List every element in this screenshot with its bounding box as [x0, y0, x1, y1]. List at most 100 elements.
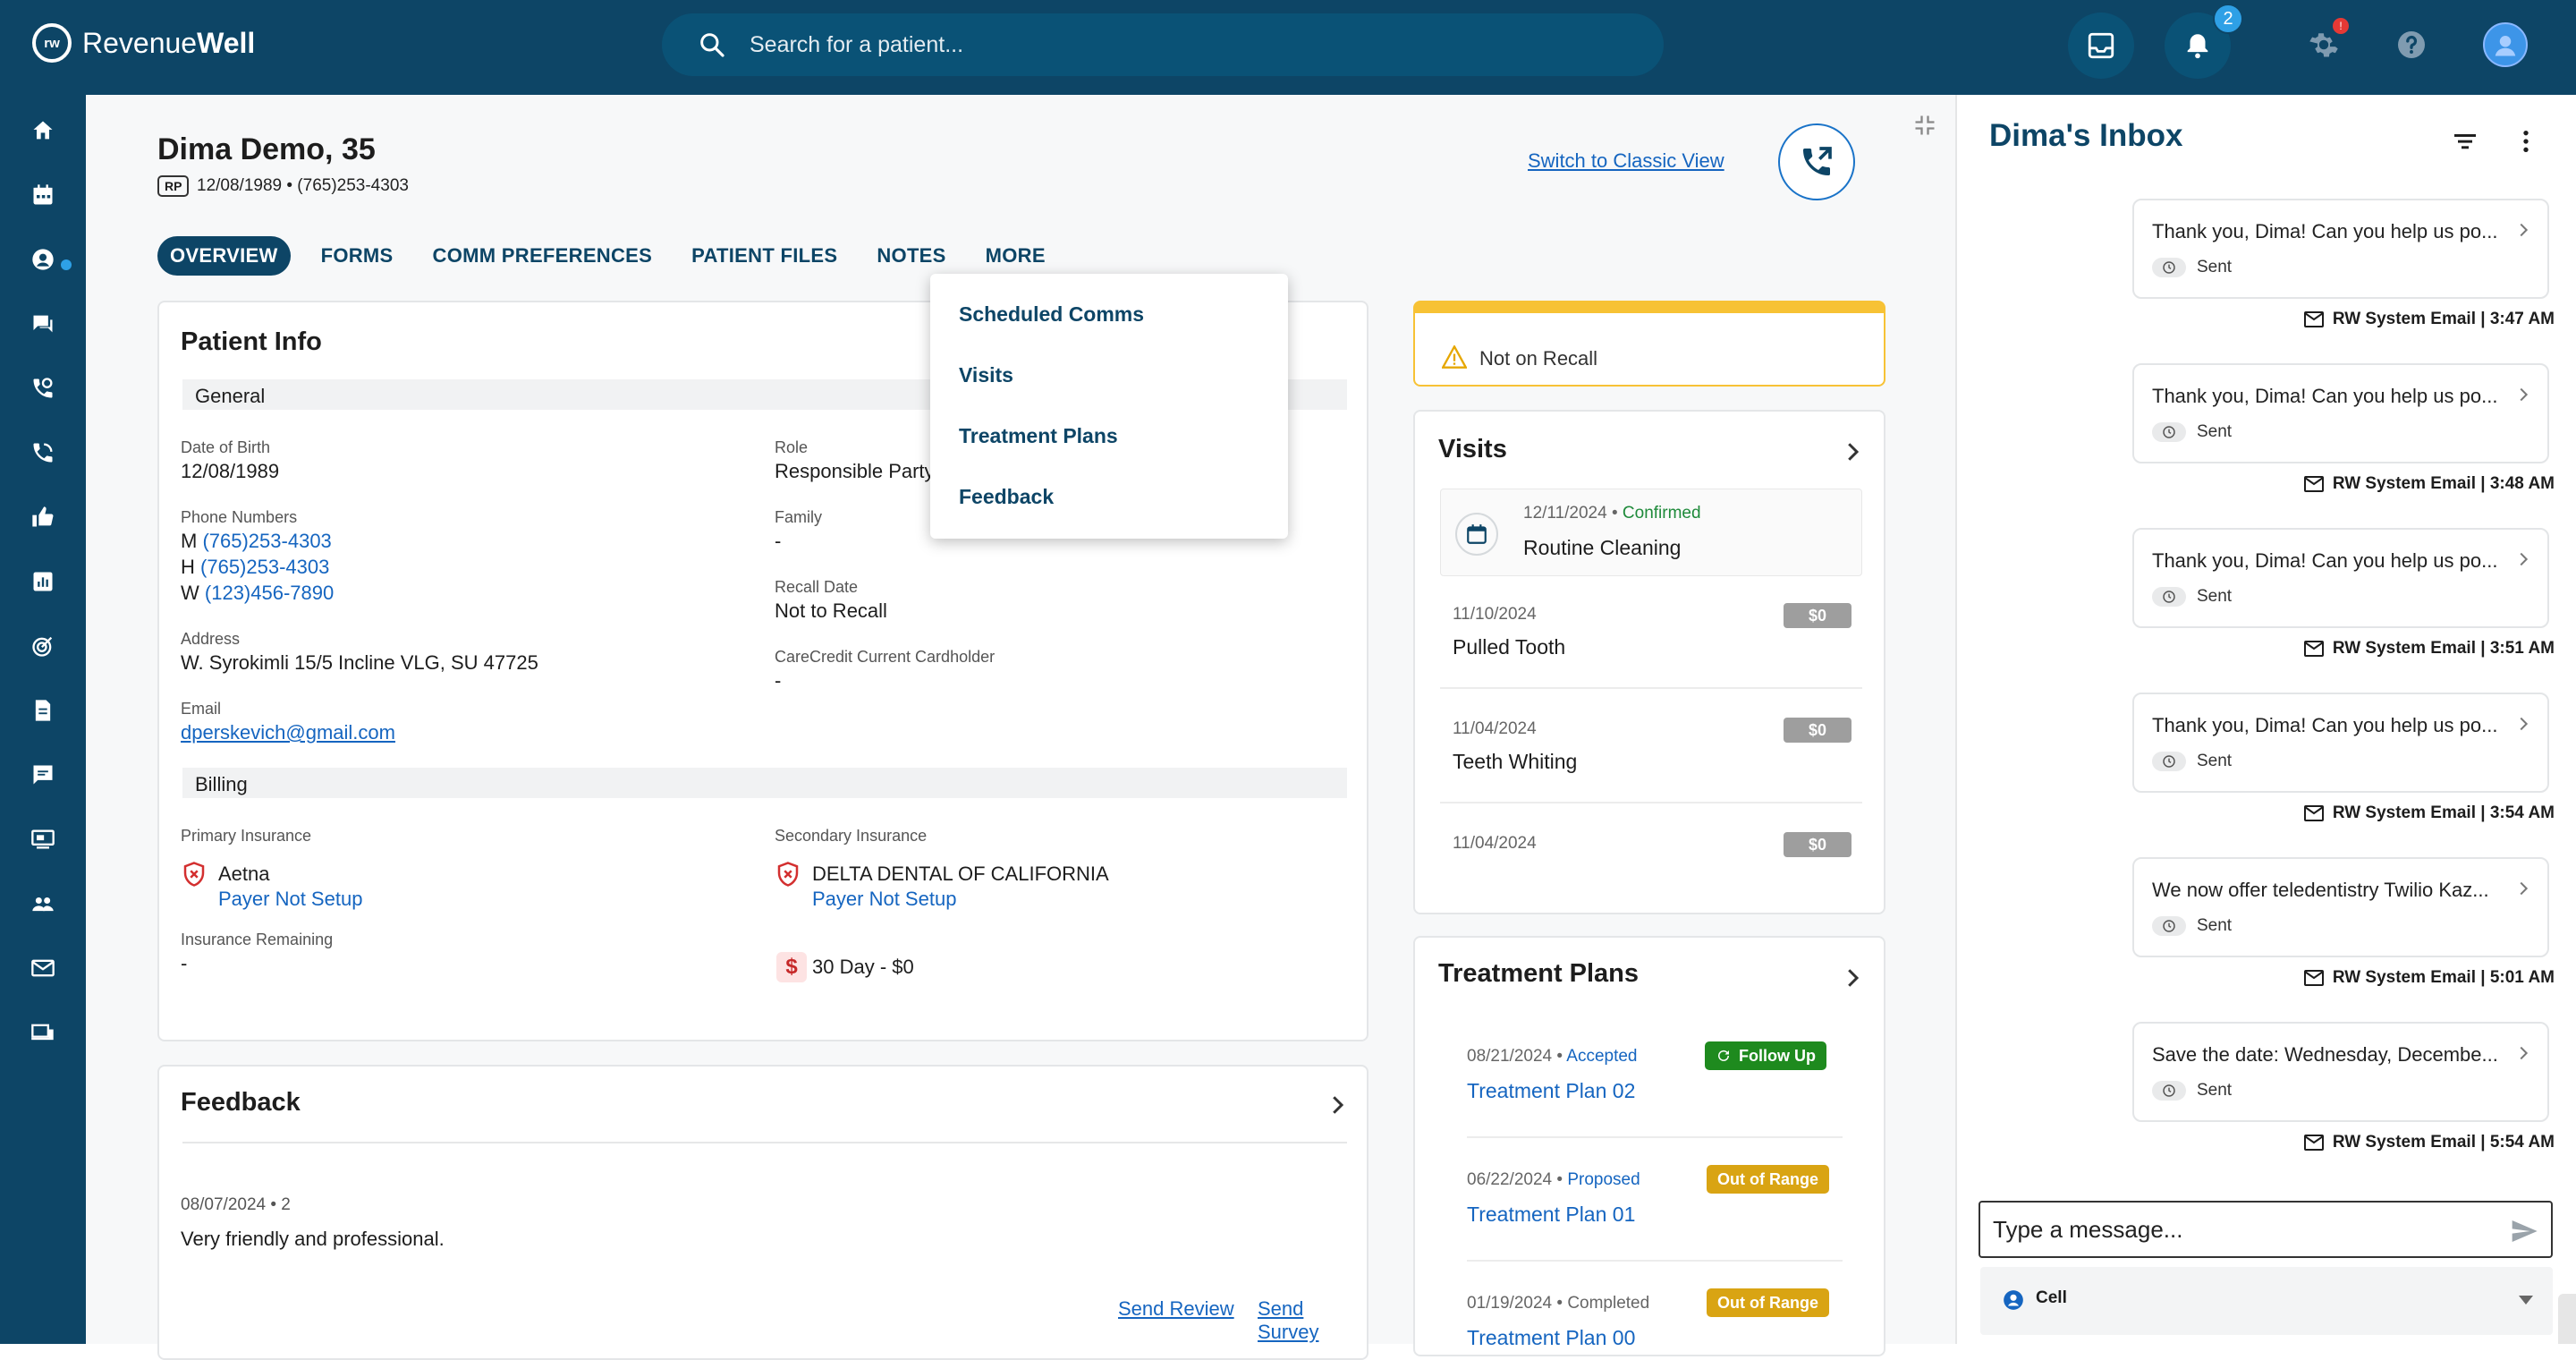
chevron-right-icon [2520, 223, 2529, 237]
menu-item-treatment-plans[interactable]: Treatment Plans [959, 424, 1118, 448]
sidebar-mail[interactable] [27, 952, 59, 984]
dob-value: 12/08/1989 [181, 460, 280, 482]
follow-up-badge: Follow Up [1705, 1041, 1826, 1070]
scrollbar[interactable] [2558, 1294, 2576, 1344]
address-value: W. Syrokimli 15/5 Incline VLG, SU 47725 [181, 651, 538, 674]
sidebar-campaigns[interactable] [27, 630, 59, 662]
tab-overview[interactable]: OVERVIEW [157, 236, 291, 276]
sidebar-unread-dot [61, 259, 72, 270]
message-sender-time: RW System Email | 3:48 AM [2332, 474, 2555, 493]
message-composer [1979, 1201, 2553, 1258]
tp-status: Accepted [1566, 1047, 1638, 1066]
collapse-icon[interactable] [1912, 113, 1937, 138]
primary-insurance-label: Primary Insurance [181, 827, 312, 845]
patient-search[interactable] [662, 13, 1664, 76]
message-input[interactable] [1993, 1215, 2494, 1244]
switch-classic-view-link[interactable]: Switch to Classic View [1528, 149, 1724, 173]
sidebar-chat[interactable] [27, 308, 59, 340]
user-avatar[interactable] [2483, 22, 2528, 67]
devices-icon [31, 1024, 54, 1041]
filter-icon[interactable] [2451, 127, 2479, 156]
menu-item-scheduled-comms[interactable]: Scheduled Comms [959, 302, 1144, 327]
sidebar-messages[interactable] [27, 759, 59, 791]
primary-payer-not-setup[interactable]: Payer Not Setup [218, 886, 362, 912]
sidebar-phone-sync[interactable] [27, 437, 59, 469]
dollar-icon: $ [776, 952, 807, 982]
treatment-plan-link[interactable]: Treatment Plan 00 [1467, 1326, 1635, 1350]
upcoming-visit-item[interactable]: 12/11/2024 • Confirmed Routine Cleaning [1440, 489, 1862, 576]
treatment-plan-link[interactable]: Treatment Plan 02 [1467, 1079, 1635, 1103]
tab-notes[interactable]: NOTES [877, 244, 945, 268]
tab-forms[interactable]: FORMS [321, 244, 394, 268]
tab-patient-files[interactable]: PATIENT FILES [691, 244, 837, 268]
treatment-plan-date: 08/21/2024 • Accepted [1467, 1047, 1638, 1067]
sidebar-reviews[interactable] [27, 501, 59, 533]
calendar-icon [1467, 524, 1487, 544]
menu-item-feedback[interactable]: Feedback [959, 485, 1054, 509]
sidebar-team[interactable] [27, 888, 59, 920]
channel-value: Cell [2036, 1288, 2067, 1307]
send-icon[interactable] [2510, 1217, 2538, 1245]
inbox-message-card[interactable]: Thank you, Dima! Can you help us po... Se… [2132, 199, 2549, 299]
tab-comm-preferences[interactable]: COMM PREFERENCES [433, 244, 653, 268]
tab-more[interactable]: MORE [986, 244, 1046, 268]
visits-title: Visits [1438, 435, 1507, 463]
sidebar-patients[interactable] [27, 243, 59, 276]
sidebar-screen[interactable] [27, 823, 59, 855]
home-icon [33, 121, 53, 140]
revenuewell-logo[interactable]: rw RevenueWell [32, 23, 255, 63]
chevron-right-icon [2520, 552, 2529, 566]
visit-amount-badge: $0 [1784, 832, 1852, 857]
sidebar-phone[interactable] [27, 372, 59, 404]
secondary-payer-not-setup[interactable]: Payer Not Setup [812, 886, 956, 912]
inbox-button[interactable] [2068, 13, 2134, 79]
email-label: Email [181, 700, 222, 718]
more-vertical-icon[interactable] [2512, 127, 2540, 156]
inbox-message-card[interactable]: Save the date: Wednesday, Decembe... Sent [2132, 1022, 2549, 1122]
tp-status: Proposed [1567, 1170, 1640, 1189]
mail-icon [2303, 476, 2324, 492]
send-survey-link[interactable]: Send Survey [1258, 1297, 1367, 1344]
insurance-warning-icon [777, 862, 799, 887]
balance-value: 30 Day - $0 [812, 956, 914, 978]
chevron-right-icon[interactable] [1839, 965, 1866, 991]
help-icon [2398, 31, 2425, 58]
sidebar-documents[interactable] [27, 694, 59, 727]
message-meta: RW System Email | 5:01 AM [2303, 968, 2555, 988]
message-sender-time: RW System Email | 5:01 AM [2332, 968, 2555, 987]
treatment-plan-date: 06/22/2024 • Proposed [1467, 1170, 1640, 1190]
home-phone-link[interactable]: (765)253-4303 [200, 556, 329, 578]
sidebar-calendar[interactable] [27, 179, 59, 211]
email-link[interactable]: dperskevich@gmail.com [181, 719, 395, 745]
feedback-card: Feedback 08/07/2024 • 2 Very friendly an… [157, 1065, 1368, 1360]
inbox-message-card[interactable]: We now offer teledentistry Twilio Kaz...… [2132, 857, 2549, 957]
chevron-right-icon[interactable] [1839, 438, 1866, 465]
mail-icon [2303, 970, 2324, 986]
treatment-plan-link[interactable]: Treatment Plan 01 [1467, 1203, 1635, 1227]
divider [182, 1142, 1347, 1143]
phone-row: W (123)456-7890 [181, 580, 334, 606]
sidebar-reports[interactable] [27, 565, 59, 598]
menu-item-visits[interactable]: Visits [959, 363, 1013, 387]
sidebar-home[interactable] [27, 115, 59, 147]
inbox-message-card[interactable]: Thank you, Dima! Can you help us po... Se… [2132, 528, 2549, 628]
work-phone-link[interactable]: (123)456-7890 [205, 582, 334, 604]
divider [1467, 1260, 1843, 1262]
search-input[interactable] [750, 31, 1555, 58]
sidebar-devices[interactable] [27, 1016, 59, 1049]
help-button[interactable] [2394, 27, 2429, 63]
chevron-right-icon[interactable] [1324, 1092, 1351, 1118]
call-patient-button[interactable] [1778, 123, 1855, 200]
send-review-link[interactable]: Send Review [1118, 1297, 1234, 1321]
inbox-message-card[interactable]: Thank you, Dima! Can you help us po... Se… [2132, 693, 2549, 793]
carecredit-value: - [775, 669, 782, 692]
message-meta: RW System Email | 3:54 AM [2303, 803, 2555, 823]
sent-status-label: Sent [2197, 587, 2233, 606]
insurance-remaining-value: - [181, 952, 188, 974]
message-meta: RW System Email | 3:48 AM [2303, 474, 2555, 494]
sent-status-pill [2152, 258, 2186, 277]
inbox-message-card[interactable]: Thank you, Dima! Can you help us po... Se… [2132, 363, 2549, 463]
channel-select[interactable]: Cell [1980, 1267, 2553, 1335]
mail-icon [2303, 641, 2324, 657]
mobile-phone-link[interactable]: (765)253-4303 [202, 530, 331, 552]
